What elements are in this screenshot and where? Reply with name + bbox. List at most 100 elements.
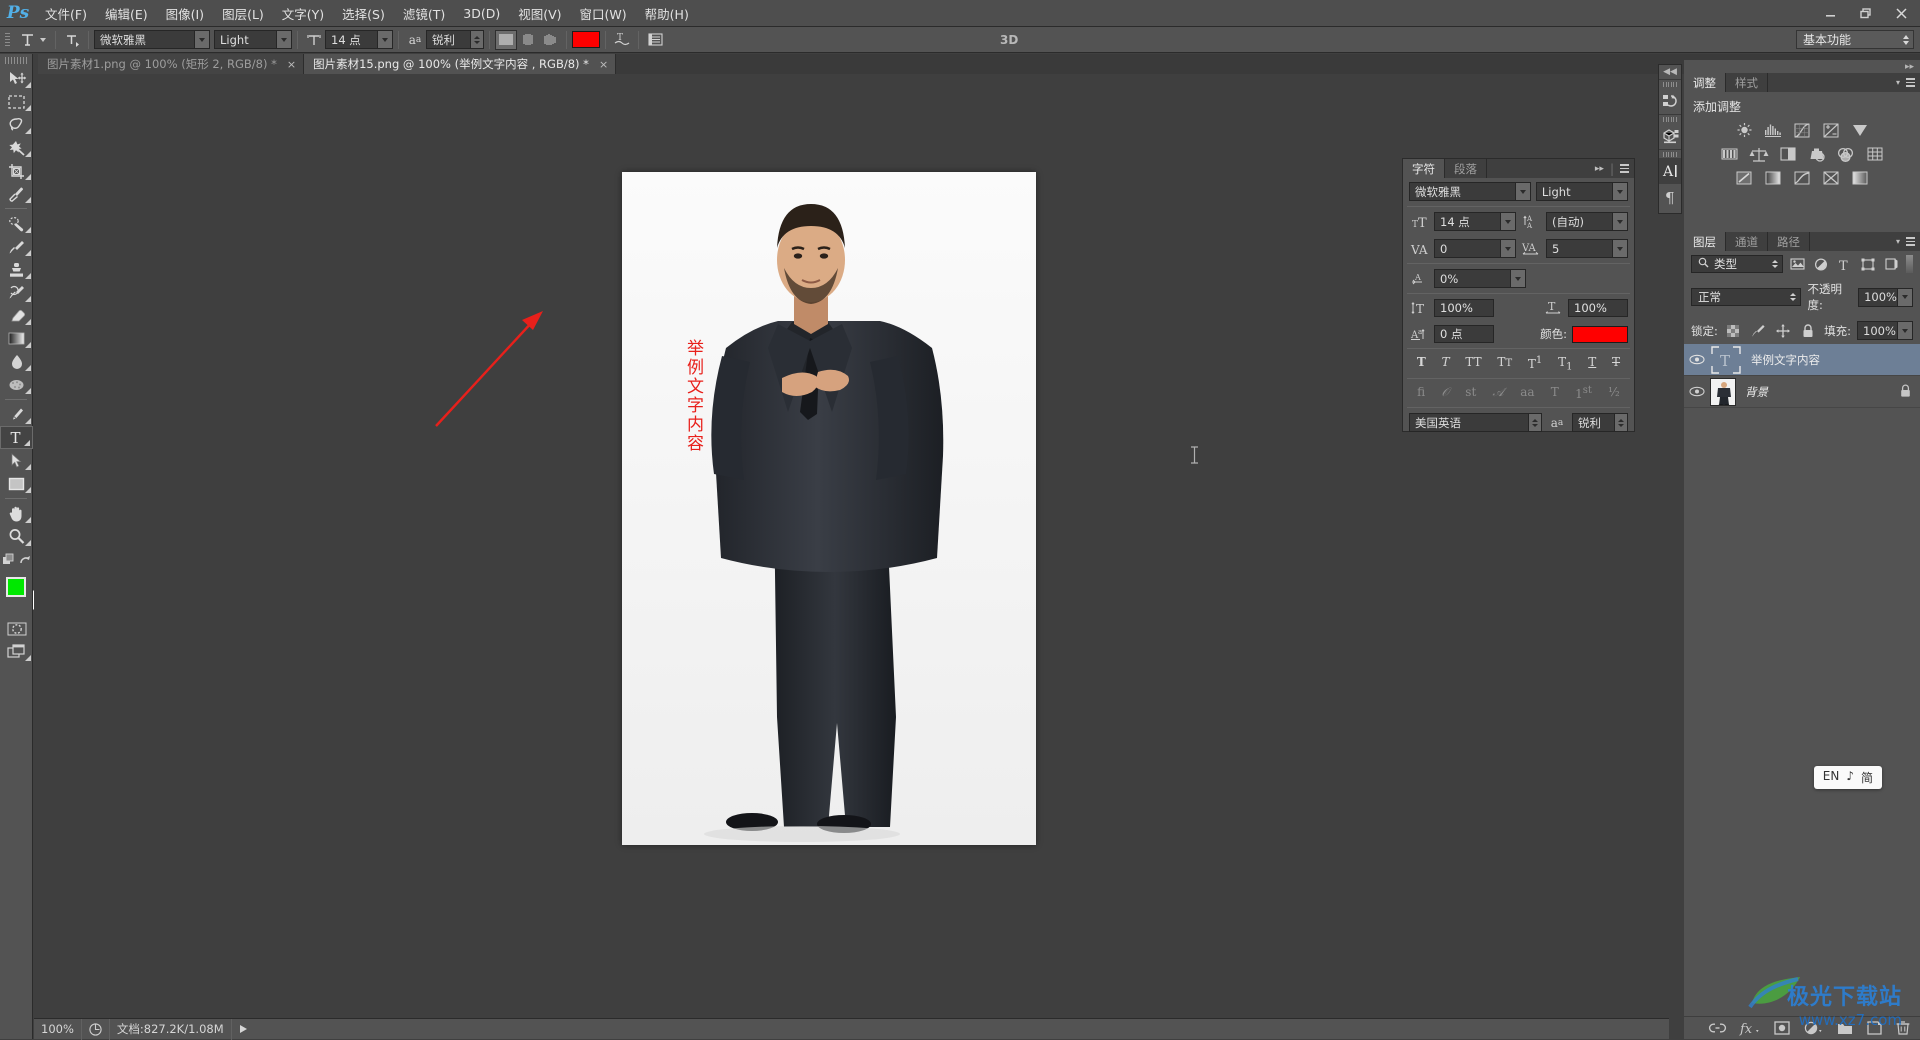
swash-button[interactable]: 𝒜 <box>1493 385 1504 401</box>
layer-visibility-icon[interactable] <box>1684 354 1710 365</box>
chevron-down-icon[interactable] <box>1612 183 1627 200</box>
horizontal-type-tool[interactable]: T <box>0 426 33 449</box>
layer-visibility-icon[interactable] <box>1684 386 1710 397</box>
stepper-icon[interactable] <box>1903 34 1909 45</box>
opacity-input[interactable]: 100% <box>1858 287 1913 307</box>
filter-adjustment-icon[interactable] <box>1812 255 1829 273</box>
faux-italic-button[interactable]: T <box>1442 355 1450 372</box>
chevron-down-icon[interactable] <box>1612 213 1627 230</box>
eyedropper-tool[interactable] <box>0 182 33 205</box>
stepper-icon[interactable] <box>1790 293 1797 301</box>
collapse-dock-icon[interactable]: ▸▸ <box>1684 60 1920 73</box>
selective-color-icon[interactable] <box>1850 169 1870 187</box>
eraser-tool[interactable] <box>0 304 33 327</box>
history-brush-tool[interactable] <box>0 281 33 304</box>
stepper-icon[interactable] <box>470 31 483 48</box>
blend-mode-select[interactable]: 正常 <box>1691 288 1802 306</box>
color-balance-icon[interactable] <box>1749 145 1769 163</box>
brush-tool[interactable] <box>0 235 33 258</box>
lock-all-icon[interactable] <box>1799 322 1818 340</box>
ime-indicator[interactable]: EN ♪ 简 <box>1813 766 1882 789</box>
stepper-icon[interactable] <box>1772 260 1779 268</box>
photo-filter-icon[interactable] <box>1807 145 1827 163</box>
chevron-down-icon[interactable] <box>40 37 46 42</box>
char-baseline-shift-input[interactable]: 0 点 <box>1434 325 1494 343</box>
text-color-swatch[interactable] <box>572 31 600 48</box>
new-adjustment-icon[interactable] <box>1804 1021 1823 1035</box>
tab-character[interactable]: 字符 <box>1403 159 1445 178</box>
hand-tool[interactable] <box>0 502 33 525</box>
panel-scrollbar[interactable] <box>1905 255 1914 273</box>
char-anti-alias-select[interactable]: 锐利 <box>1572 413 1628 433</box>
link-layers-icon[interactable] <box>1708 1022 1727 1034</box>
menu-type[interactable]: 文字(Y) <box>273 0 333 27</box>
menu-select[interactable]: 选择(S) <box>333 0 394 27</box>
anti-alias-select[interactable]: 锐利 <box>426 30 484 49</box>
menu-file[interactable]: 文件(F) <box>36 0 96 27</box>
toolbar-grip[interactable] <box>0 54 32 67</box>
char-font-style-select[interactable]: Light <box>1535 182 1628 201</box>
gradient-map-icon[interactable] <box>1821 169 1841 187</box>
layer-row-text[interactable]: T 举例文字内容 <box>1684 344 1920 376</box>
small-caps-button[interactable]: TT <box>1497 355 1512 372</box>
underline-button[interactable]: T <box>1588 355 1596 372</box>
chevron-down-icon[interactable] <box>1510 270 1525 287</box>
paragraph-panel-icon[interactable]: ¶ <box>1659 184 1681 210</box>
menu-edit[interactable]: 编辑(E) <box>96 0 157 27</box>
menu-filter[interactable]: 滤镜(T) <box>394 0 454 27</box>
layer-name[interactable]: 举例文字内容 <box>1751 352 1820 368</box>
chevron-down-icon[interactable] <box>1612 240 1627 257</box>
chevron-down-icon[interactable] <box>194 31 209 48</box>
layer-name[interactable]: 背景 <box>1745 384 1768 400</box>
exposure-icon[interactable] <box>1821 121 1841 139</box>
chevron-down-icon[interactable] <box>1500 240 1515 257</box>
ime-language[interactable]: EN <box>1823 769 1840 786</box>
dodge-tool[interactable] <box>0 373 33 396</box>
black-white-icon[interactable] <box>1778 145 1798 163</box>
collapse-panels-icon[interactable]: ◀◀ <box>1659 65 1681 79</box>
vibrance-icon[interactable] <box>1850 121 1870 139</box>
faux-bold-button[interactable]: T <box>1417 355 1426 372</box>
blur-tool[interactable] <box>0 350 33 373</box>
char-font-family-select[interactable]: 微软雅黑 <box>1409 182 1531 201</box>
chevron-down-icon[interactable] <box>276 31 291 48</box>
strikethrough-button[interactable]: T <box>1612 355 1620 372</box>
panel-grip[interactable] <box>1659 150 1681 158</box>
titling-alternates-button[interactable]: T <box>1551 385 1559 401</box>
ime-shape[interactable]: 简 <box>1861 769 1873 786</box>
char-horizontal-scale-input[interactable]: 100% <box>1568 299 1628 317</box>
chevron-down-icon[interactable] <box>1500 213 1515 230</box>
oldstyle-button[interactable]: aa <box>1520 385 1534 401</box>
layer-thumbnail-text[interactable]: T <box>1710 345 1742 375</box>
doc-preview-icon[interactable] <box>82 1019 109 1040</box>
play-arrow-icon[interactable] <box>232 1019 255 1040</box>
menu-layer[interactable]: 图层(L) <box>213 0 273 27</box>
zoom-level[interactable]: 100% <box>34 1019 81 1040</box>
tab-channels[interactable]: 通道 <box>1726 232 1768 251</box>
char-font-size-select[interactable]: 14 点 <box>1434 212 1516 231</box>
gradient-tool[interactable] <box>0 327 33 350</box>
hue-saturation-icon[interactable] <box>1720 145 1740 163</box>
stepper-icon[interactable] <box>1528 414 1541 432</box>
panel-menu-icon[interactable] <box>1620 164 1629 173</box>
tab-paths[interactable]: 路径 <box>1768 232 1810 251</box>
pen-tool[interactable] <box>0 403 33 426</box>
history-panel-icon[interactable] <box>1659 88 1681 114</box>
panel-grip[interactable] <box>1659 115 1681 123</box>
move-tool[interactable] <box>0 67 33 90</box>
menu-view[interactable]: 视图(V) <box>509 0 570 27</box>
workspace-switcher[interactable]: 基本功能 <box>1796 30 1914 49</box>
options-bar-grip[interactable] <box>2 30 12 50</box>
align-left-button[interactable] <box>495 29 517 50</box>
restore-icon[interactable] <box>1848 0 1884 26</box>
posterize-icon[interactable] <box>1763 169 1783 187</box>
tab-styles[interactable]: 样式 <box>1726 73 1768 92</box>
spot-healing-brush-tool[interactable] <box>0 212 33 235</box>
char-vertical-scale-input[interactable]: 100% <box>1434 299 1494 317</box>
char-scale-select[interactable]: 0% <box>1434 269 1526 288</box>
layer-row-background[interactable]: 背景 <box>1684 376 1920 408</box>
font-size-select[interactable]: 14 点 <box>325 30 393 49</box>
warp-text-icon[interactable]: T <box>611 30 633 50</box>
panel-menu-icon[interactable] <box>1906 237 1915 246</box>
menu-3d[interactable]: 3D(D) <box>454 2 509 25</box>
